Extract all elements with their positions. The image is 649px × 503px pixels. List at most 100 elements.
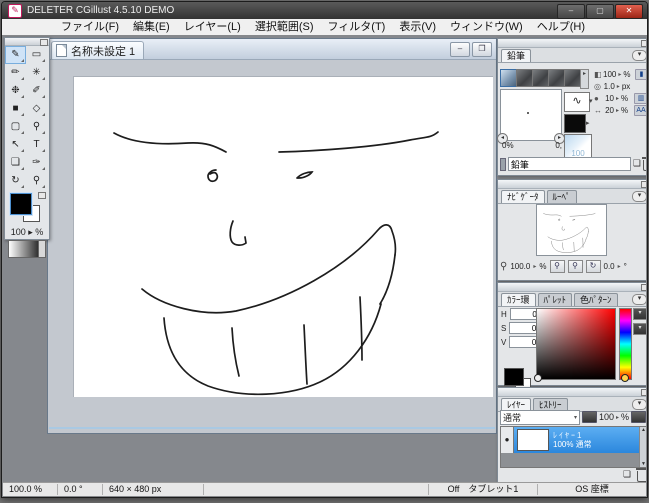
navigator-thumbnail[interactable] (536, 204, 607, 256)
menu-layer[interactable]: レイヤー(L) (177, 20, 248, 35)
menu-help[interactable]: ヘルプ(H) (530, 20, 592, 35)
pen-name-input[interactable] (508, 157, 631, 171)
value-input[interactable] (509, 336, 539, 348)
pen-panel-collapse-icon[interactable] (641, 40, 646, 47)
scroll-down-icon[interactable]: ▼ (640, 461, 646, 467)
layer-row-1[interactable]: ● ﾚｲﾔｰ1 100% 通常 (501, 427, 640, 453)
density-value[interactable]: 10 (604, 94, 616, 103)
zoom-in-button[interactable]: ⚲ (568, 260, 583, 273)
tool-palette-titlebar[interactable] (5, 38, 49, 46)
layer-panel-collapse-icon[interactable] (641, 389, 646, 396)
stroke-shape-dropdown-icon[interactable]: ▾ (589, 97, 593, 105)
status-tablet[interactable]: Off タブレット1 (429, 484, 538, 495)
new-preset-icon[interactable]: ❏ (633, 158, 641, 170)
blend-mode-select[interactable]: 通常 ▾ (500, 410, 580, 425)
panel-foreground-color-swatch[interactable] (504, 368, 524, 386)
document-restore-button[interactable]: ❐ (472, 42, 492, 57)
scroll-up-icon[interactable]: ▲ (640, 427, 646, 433)
spacing-value[interactable]: 20 (604, 106, 616, 115)
layer-list-scrollbar[interactable]: ▲ ▼ (639, 427, 646, 467)
tool-water[interactable]: ❉ (5, 82, 26, 100)
delete-preset-icon[interactable] (643, 160, 646, 171)
tool-loupe[interactable]: ⚲ (26, 118, 47, 136)
tone-gradient-bar[interactable] (8, 240, 46, 258)
tool-fill[interactable]: ■ (5, 100, 26, 118)
ink-color-swatch[interactable] (564, 114, 586, 133)
tool-pencil[interactable]: ✏ (5, 64, 26, 82)
menu-filter[interactable]: フィルタ(T) (321, 20, 393, 35)
title-bar[interactable]: ✎ DELETER CGillust 4.5.10 DEMO – ▢ ✕ (2, 2, 647, 19)
saturation-value-box[interactable] (536, 308, 616, 380)
antialias-icon[interactable]: AA (634, 105, 646, 116)
layer-lock-icon[interactable] (631, 411, 646, 423)
layer-opacity-spinner-icon[interactable]: ▸ (616, 414, 619, 421)
tool-text[interactable]: T (26, 136, 47, 154)
zoom-out-button[interactable]: ⚲ (550, 260, 565, 273)
maximize-button[interactable]: ▢ (586, 4, 614, 19)
layer-tab-menu-icon[interactable]: ▾ (632, 399, 646, 410)
pressure-curve-icon[interactable]: ▮ (635, 69, 646, 80)
menu-file[interactable]: ファイル(F) (54, 20, 126, 35)
brush-preset-2[interactable] (516, 69, 533, 87)
hue-marker[interactable] (621, 374, 629, 382)
new-layer-icon[interactable]: ❏ (621, 469, 633, 481)
opacity-value[interactable]: 100 (603, 70, 618, 79)
swatch-reset-icon[interactable] (38, 192, 46, 199)
delete-layer-icon[interactable] (637, 471, 646, 482)
nav-rotate-value[interactable]: 0.0 (604, 262, 615, 271)
tool-airbrush[interactable]: ✳ (26, 64, 47, 82)
ink-color-dropdown-icon[interactable]: ▸ (586, 119, 590, 127)
rotate-reset-button[interactable]: ↻ (586, 260, 601, 273)
swatch-grid-icon[interactable]: ▾ (633, 308, 646, 320)
brush-preset-4[interactable] (548, 69, 565, 87)
tab-color-wheel[interactable]: ｶﾗｰ環 (501, 293, 536, 306)
hue-bar[interactable] (619, 308, 632, 380)
tab-navigator[interactable]: ﾅﾋﾞｹﾞｰﾀ (501, 190, 545, 203)
tool-pen[interactable]: ✎ (5, 46, 26, 64)
nav-zoom-spinner-icon[interactable]: ▸ (533, 263, 536, 270)
layer-panel-titlebar[interactable] (498, 388, 646, 397)
brush-preset-pencil[interactable] (500, 69, 517, 87)
layer-opacity-value[interactable]: 100 (599, 412, 614, 422)
layer-visibility-toggle[interactable]: ● (501, 427, 514, 453)
tool-marquee[interactable]: ▢ (5, 118, 26, 136)
tool-marker[interactable]: ✐ (26, 82, 47, 100)
foreground-color-swatch[interactable] (10, 193, 32, 215)
canvas[interactable] (73, 76, 493, 397)
brush-preset-3[interactable] (532, 69, 549, 87)
pen-tab-menu-icon[interactable]: ▾ (632, 50, 646, 61)
pressure-cur-value[interactable]: 0, (555, 141, 562, 150)
navigator-titlebar[interactable] (498, 180, 646, 189)
tool-crop[interactable]: ❏ (5, 154, 26, 172)
navigator-tab-menu-icon[interactable]: ▾ (632, 191, 646, 202)
tab-loupe[interactable]: ﾙｰﾍﾟ (547, 190, 577, 203)
size-value[interactable]: 1.0 (604, 82, 617, 91)
pen-panel-titlebar[interactable] (498, 39, 646, 48)
document-tab[interactable]: 名称未設定 1 (51, 41, 144, 59)
nav-rotate-spinner-icon[interactable]: ▸ (618, 263, 621, 270)
brush-scroll-button[interactable]: ▸ (580, 69, 589, 89)
menu-window[interactable]: ウィンドウ(W) (443, 20, 530, 35)
tool-move[interactable]: ↖ (5, 136, 26, 154)
brush-preset-5[interactable] (564, 69, 581, 87)
color-tab-menu-icon[interactable]: ▾ (632, 294, 646, 305)
stroke-shape-button[interactable]: ∿ (564, 92, 590, 112)
minimize-button[interactable]: – (557, 4, 585, 19)
document-minimize-button[interactable]: – (450, 42, 470, 57)
sv-marker[interactable] (534, 374, 542, 382)
color-panel-collapse-icon[interactable] (641, 284, 646, 291)
menu-edit[interactable]: 編集(E) (126, 20, 177, 35)
pressure-min-value[interactable]: 0% (502, 141, 514, 150)
status-zoom[interactable]: 100.0 % (3, 484, 58, 495)
tool-opacity-value[interactable]: 100 ▸ % (5, 226, 49, 238)
density-pressure-icon[interactable]: ▥ (634, 93, 646, 104)
navigator-collapse-icon[interactable] (641, 181, 646, 188)
swatch-list-icon[interactable]: ▾ (633, 323, 646, 335)
saturation-input[interactable] (509, 322, 539, 334)
tool-eyedropper[interactable]: ✑ (26, 154, 47, 172)
close-button[interactable]: ✕ (615, 4, 643, 19)
palette-collapse-icon[interactable] (40, 39, 48, 46)
tab-palette[interactable]: ﾊﾟﾚｯﾄ (538, 293, 573, 306)
tool-shape[interactable]: ◇ (26, 100, 47, 118)
tool-rotate-canvas[interactable]: ↻ (5, 172, 26, 190)
